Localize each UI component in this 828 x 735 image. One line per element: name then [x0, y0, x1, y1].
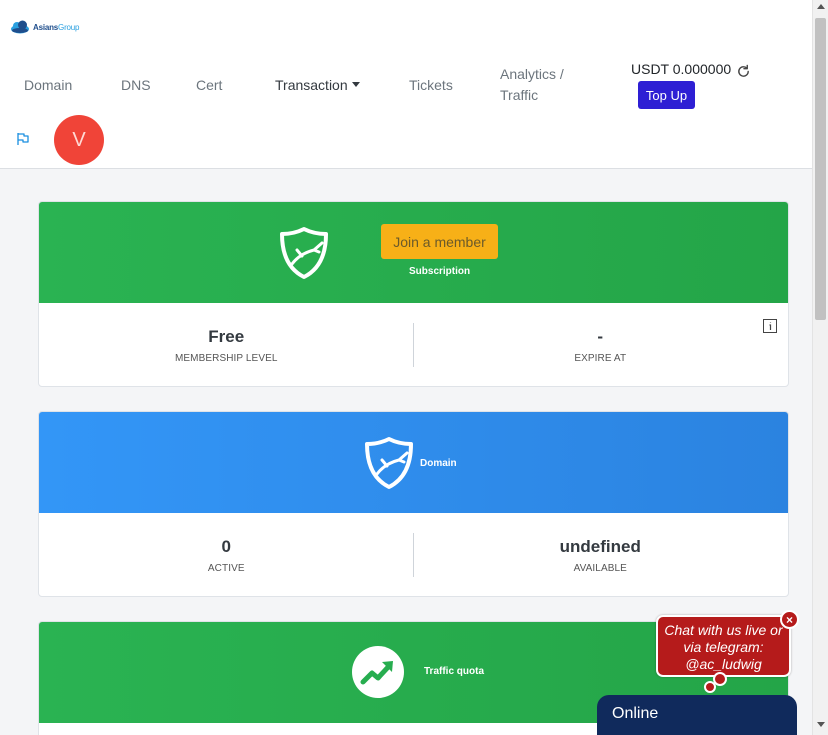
logo-text: AsiansGroup — [33, 22, 80, 32]
scroll-thumb[interactable] — [815, 18, 826, 320]
chat-invite-bubble[interactable]: Chat with us live or via telegram: @ac_l… — [656, 615, 791, 677]
chat-line3: @ac_ludwig — [685, 656, 762, 672]
nav-transaction-dropdown[interactable]: Transaction — [275, 75, 360, 96]
top-up-button[interactable]: Top Up — [638, 81, 695, 109]
scroll-down-arrow-icon[interactable] — [817, 722, 825, 727]
info-icon[interactable] — [763, 319, 777, 333]
subscription-card: Join a member Subscription Free MEMBERSH… — [38, 201, 789, 387]
nav-domain[interactable]: Domain — [24, 75, 72, 96]
available-value: undefined — [559, 537, 641, 556]
chat-close-button[interactable]: × — [780, 610, 799, 629]
active-value: 0 — [221, 537, 231, 556]
page-scrollbar[interactable] — [812, 0, 828, 735]
active-label: ACTIVE — [207, 563, 245, 574]
domain-card-header: Domain — [39, 412, 788, 513]
flag-icon[interactable] — [16, 132, 30, 146]
nav-analytics-line1: Analytics / — [500, 66, 564, 82]
caret-down-icon — [351, 82, 360, 87]
chat-bubble-tail-small — [704, 681, 716, 693]
shield-gazelle-icon — [365, 437, 413, 489]
chat-line1: Chat with us live or — [664, 622, 783, 638]
membership-level-stat: Free MEMBERSHIP LEVEL — [39, 303, 414, 364]
traffic-quota-caption: Traffic quota — [424, 666, 485, 677]
cloud-logo-icon — [11, 20, 29, 34]
available-label: AVAILABLE — [573, 563, 627, 574]
top-navbar: AsiansGroup Domain DNS Cert Transaction … — [0, 0, 812, 169]
active-stat: 0 ACTIVE — [39, 513, 414, 574]
chat-line2: via telegram: — [683, 639, 764, 655]
chat-online-bar[interactable]: Online — [597, 695, 797, 735]
expire-at-value: - — [597, 327, 604, 346]
trending-up-icon — [352, 646, 404, 698]
subscription-caption: Subscription — [409, 266, 471, 277]
expire-at-label: EXPIRE AT — [574, 353, 627, 364]
subscription-card-header: Join a member Subscription — [39, 202, 788, 303]
nav-tickets[interactable]: Tickets — [409, 75, 453, 96]
nav-transaction-label: Transaction — [275, 77, 348, 93]
logo[interactable]: AsiansGroup — [10, 20, 79, 34]
nav-dns[interactable]: DNS — [121, 75, 151, 96]
nav-analytics-line2: Traffic — [500, 87, 539, 103]
refresh-icon[interactable] — [736, 64, 751, 79]
domain-card: Domain 0 ACTIVE undefined AVAILABLE — [38, 411, 789, 597]
join-member-button[interactable]: Join a member — [381, 224, 498, 259]
domain-stats: 0 ACTIVE undefined AVAILABLE — [39, 513, 788, 596]
scroll-up-arrow-icon[interactable] — [817, 4, 825, 9]
wallet-balance: USDT 0.000000 — [631, 61, 732, 77]
membership-level-value: Free — [208, 327, 245, 346]
subscription-stats: Free MEMBERSHIP LEVEL - EXPIRE AT — [39, 303, 788, 386]
membership-level-label: MEMBERSHIP LEVEL — [174, 353, 278, 364]
nav-cert[interactable]: Cert — [196, 75, 222, 96]
shield-gazelle-icon — [280, 227, 328, 279]
nav-analytics-traffic[interactable]: Analytics / Traffic — [500, 64, 564, 106]
trend-arrow-icon — [360, 661, 393, 685]
domain-caption: Domain — [420, 458, 457, 469]
available-stat: undefined AVAILABLE — [413, 513, 788, 574]
expire-at-stat: - EXPIRE AT — [413, 303, 788, 364]
user-avatar[interactable]: V — [54, 115, 104, 165]
